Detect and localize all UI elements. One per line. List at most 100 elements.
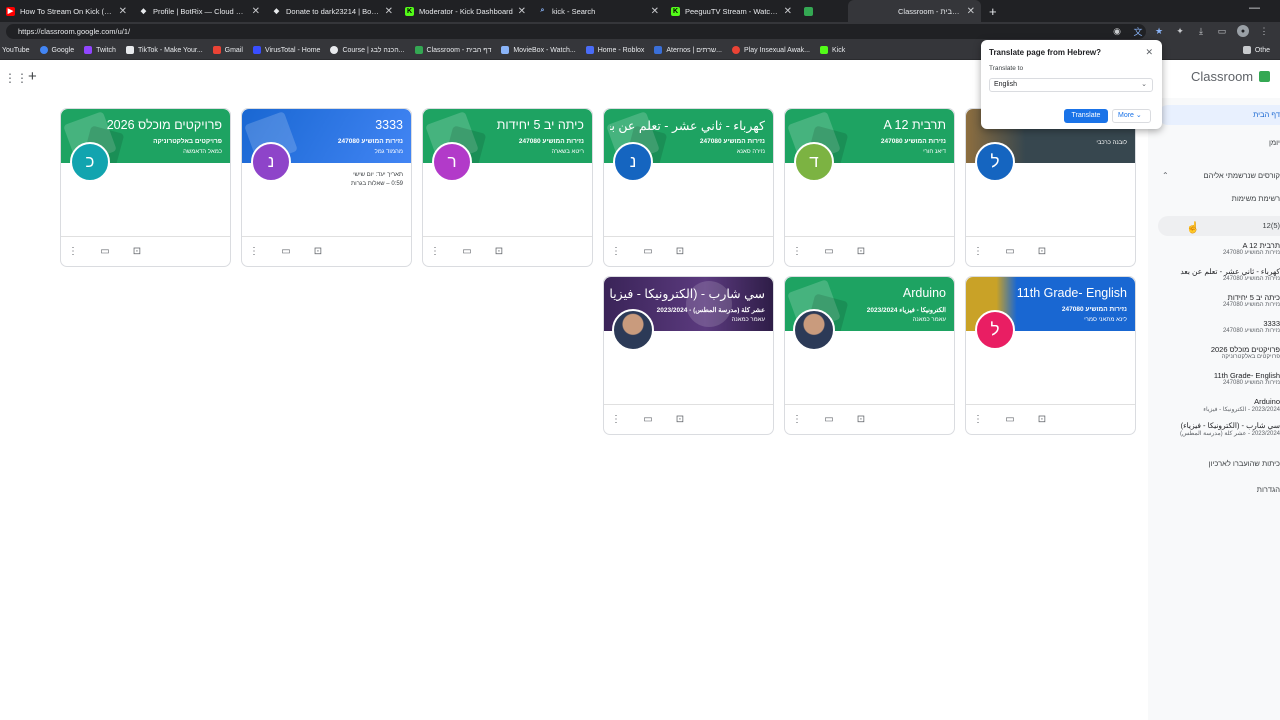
close-icon[interactable]: ✕ bbox=[1145, 47, 1153, 58]
card-title[interactable]: פרויקטים מוכלס 2026 bbox=[67, 118, 222, 132]
more-vert-icon[interactable]: ⋮ bbox=[972, 413, 984, 425]
close-tab-icon[interactable]: ✕ bbox=[518, 6, 526, 17]
bookmark-tiktok[interactable]: TikTok - Make Your... bbox=[125, 46, 203, 54]
folder-icon[interactable]: ▭ bbox=[823, 413, 835, 425]
card-title[interactable]: كهرباء - ثاني عشر - تعلم عن بعد bbox=[610, 118, 765, 133]
bookmark-youtube[interactable]: YouTube bbox=[2, 47, 30, 54]
folder-icon[interactable]: ▭ bbox=[99, 245, 111, 257]
sidebar-course[interactable]: תרבית A 12 נזירות המושיע 247080 bbox=[1170, 241, 1280, 256]
menu-icon[interactable]: ⋮ bbox=[1258, 25, 1270, 37]
browser-tab[interactable]: ⌕ kick - Search ✕ bbox=[532, 0, 665, 22]
sidebar-item-todo[interactable]: רשימת משימות bbox=[1158, 194, 1280, 203]
sidebar-item-settings[interactable]: הגדרות bbox=[1148, 485, 1280, 494]
url-field[interactable]: https://classroom.google.com/u/1/ bbox=[6, 24, 1146, 39]
add-class-button[interactable]: + bbox=[28, 68, 42, 86]
your-work-icon[interactable]: ⊡ bbox=[312, 245, 324, 257]
close-tab-icon[interactable]: ✕ bbox=[119, 6, 127, 17]
more-vert-icon[interactable]: ⋮ bbox=[791, 413, 803, 425]
google-lens-icon[interactable]: ◉ bbox=[1111, 25, 1123, 37]
card-title[interactable]: תרבית A 12 bbox=[791, 118, 946, 132]
course-card[interactable]: كهرباء - ثاني عشر - تعلم عن بعد נזירות ה… bbox=[603, 108, 774, 267]
close-tab-icon[interactable]: ✕ bbox=[385, 6, 393, 17]
your-work-icon[interactable]: ⊡ bbox=[1036, 245, 1048, 257]
other-bookmarks[interactable]: Othe bbox=[1242, 46, 1270, 54]
folder-icon[interactable]: ▭ bbox=[1004, 245, 1016, 257]
close-tab-icon[interactable]: ✕ bbox=[651, 6, 659, 17]
course-card[interactable]: תרבית A 12 נזירות המושיע 247080 דיאנ חור… bbox=[784, 108, 955, 267]
course-card[interactable]: לובנה כרכבי ל ⋮ ▭ ⊡ bbox=[965, 108, 1136, 267]
course-card[interactable]: 3333 נזירות המושיע 247080 מהמוד גמל נ תא… bbox=[241, 108, 412, 267]
card-title[interactable]: سي شارب - (الكترونيكا - فيزياء) bbox=[610, 286, 765, 301]
more-vert-icon[interactable]: ⋮ bbox=[972, 245, 984, 257]
sidebar-course[interactable]: 3333 נזירות המושיע 247080 bbox=[1170, 319, 1280, 334]
minimize-icon[interactable]: — bbox=[1249, 2, 1260, 14]
course-card[interactable]: سي شارب - (الكترونيكا - فيزياء) عشر كلة … bbox=[603, 276, 774, 435]
sidebar-item-home[interactable]: דף הבית bbox=[1158, 105, 1280, 125]
browser-tab[interactable]: ◆Donate to dark23214 | BotRix — C...✕ bbox=[266, 0, 399, 22]
bookmark-twitch[interactable]: Twitch bbox=[84, 46, 116, 54]
sidebar-course[interactable]: Arduino 2023/2024 - الكترونيكا - فيزياء bbox=[1170, 397, 1280, 413]
bookmark-star-icon[interactable]: ★ bbox=[1153, 25, 1165, 37]
folder-icon[interactable]: ▭ bbox=[642, 413, 654, 425]
course-card[interactable]: 11th Grade- English נזירות המושיע 247080… bbox=[965, 276, 1136, 435]
sidebar-course[interactable]: كهرباء - ثاني عشر - تعلم عن بعد נזירות המ… bbox=[1170, 267, 1280, 282]
card-title[interactable]: 11th Grade- English bbox=[972, 286, 1127, 300]
bookmark-google[interactable]: Google bbox=[39, 46, 74, 54]
download-icon[interactable]: ⤓ bbox=[1195, 25, 1207, 37]
profile-avatar-icon[interactable]: ● bbox=[1237, 25, 1249, 37]
browser-tab[interactable]: K Moderator - Kick Dashboard ✕ bbox=[399, 0, 532, 22]
sidebar-course[interactable]: 11th Grade- English נזירות המושיע 247080 bbox=[1170, 371, 1280, 386]
more-vert-icon[interactable]: ⋮ bbox=[67, 245, 79, 257]
card-title[interactable]: Arduino bbox=[791, 286, 946, 300]
your-work-icon[interactable]: ⊡ bbox=[131, 245, 143, 257]
more-button[interactable]: More ⌄ bbox=[1112, 109, 1151, 123]
classroom-brand[interactable]: Classroom bbox=[1191, 69, 1271, 84]
more-vert-icon[interactable]: ⋮ bbox=[248, 245, 260, 257]
your-work-icon[interactable]: ⊡ bbox=[855, 245, 867, 257]
bookmark-course[interactable]: Course | הכנה לבג... bbox=[330, 46, 405, 54]
bookmark-gmail[interactable]: Gmail bbox=[212, 46, 243, 54]
your-work-icon[interactable]: ⊡ bbox=[493, 245, 505, 257]
language-select[interactable]: English ⌄ bbox=[989, 78, 1153, 92]
folder-icon[interactable]: ▭ bbox=[823, 245, 835, 257]
card-title[interactable]: כיתה יב 5 יחידות bbox=[429, 118, 584, 132]
folder-icon[interactable]: ▭ bbox=[461, 245, 473, 257]
course-card[interactable]: Arduino الكترونيكا - فيزياء 2023/2024 עא… bbox=[784, 276, 955, 435]
course-card[interactable]: כיתה יב 5 יחידות נזירות המושיע 247080 רי… bbox=[422, 108, 593, 267]
bookmark-classroom[interactable]: Classroom - דף הבית bbox=[414, 46, 491, 54]
your-work-icon[interactable]: ⊡ bbox=[674, 245, 686, 257]
card-title[interactable]: 3333 bbox=[248, 118, 403, 132]
apps-grid-icon[interactable]: ⋮⋮ bbox=[4, 72, 28, 84]
your-work-icon[interactable]: ⊡ bbox=[855, 413, 867, 425]
card-due-assignment[interactable]: תאריך יעד: יום שישי 0:59 – שאלות בגרות bbox=[283, 171, 403, 189]
more-vert-icon[interactable]: ⋮ bbox=[610, 245, 622, 257]
more-vert-icon[interactable]: ⋮ bbox=[610, 413, 622, 425]
folder-icon[interactable]: ▭ bbox=[642, 245, 654, 257]
bookmark-moviebox[interactable]: MovieBox - Watch... bbox=[501, 46, 576, 54]
bookmark-game[interactable]: Play Insexual Awak... bbox=[731, 46, 810, 54]
bookmark-aternos[interactable]: Aternos | שרתים... bbox=[654, 46, 722, 54]
close-tab-icon[interactable]: ✕ bbox=[967, 6, 975, 17]
folder-icon[interactable]: ▭ bbox=[280, 245, 292, 257]
close-tab-icon[interactable]: ✕ bbox=[784, 6, 792, 17]
browser-tab[interactable]: KPeeguuTV Stream - Watch Live on...✕ bbox=[665, 0, 798, 22]
folder-icon[interactable]: ▭ bbox=[1004, 413, 1016, 425]
browser-tab[interactable]: ▶How To Stream On Kick (For Begi...✕ bbox=[0, 0, 133, 22]
sidebar-icon[interactable]: ▭ bbox=[1216, 25, 1228, 37]
translate-button[interactable]: Translate bbox=[1064, 109, 1108, 123]
sidebar-course[interactable]: כיתה יב 5 יחידות נזירות המושיע 247080 bbox=[1170, 293, 1280, 308]
your-work-icon[interactable]: ⊡ bbox=[674, 413, 686, 425]
browser-tab-active[interactable]: Classroom - דף הבית✕ bbox=[848, 0, 981, 22]
extensions-icon[interactable]: ✦ bbox=[1174, 25, 1186, 37]
course-card[interactable]: פרויקטים מוכלס 2026 פרויקטים באלקטרוניקה… bbox=[60, 108, 231, 267]
more-vert-icon[interactable]: ⋮ bbox=[429, 245, 441, 257]
sidebar-item-hovered[interactable]: (5)12 bbox=[1158, 216, 1280, 236]
sidebar-section-enrolled[interactable]: קורסים שנרשמתי אליהם ⌃ bbox=[1148, 169, 1280, 183]
more-vert-icon[interactable]: ⋮ bbox=[791, 245, 803, 257]
browser-tab[interactable] bbox=[798, 0, 848, 22]
close-tab-icon[interactable]: ✕ bbox=[252, 6, 260, 17]
sidebar-item-archived[interactable]: כיתות שהועברו לארכיון bbox=[1148, 459, 1280, 468]
your-work-icon[interactable]: ⊡ bbox=[1036, 413, 1048, 425]
sidebar-course[interactable]: פרויקטים מוכלס 2026 פרויקטים באלקטרוניקה bbox=[1170, 345, 1280, 360]
sidebar-course[interactable]: سي شارب - (الكترونيكا - فيزياء) 2023/2024… bbox=[1170, 421, 1280, 437]
